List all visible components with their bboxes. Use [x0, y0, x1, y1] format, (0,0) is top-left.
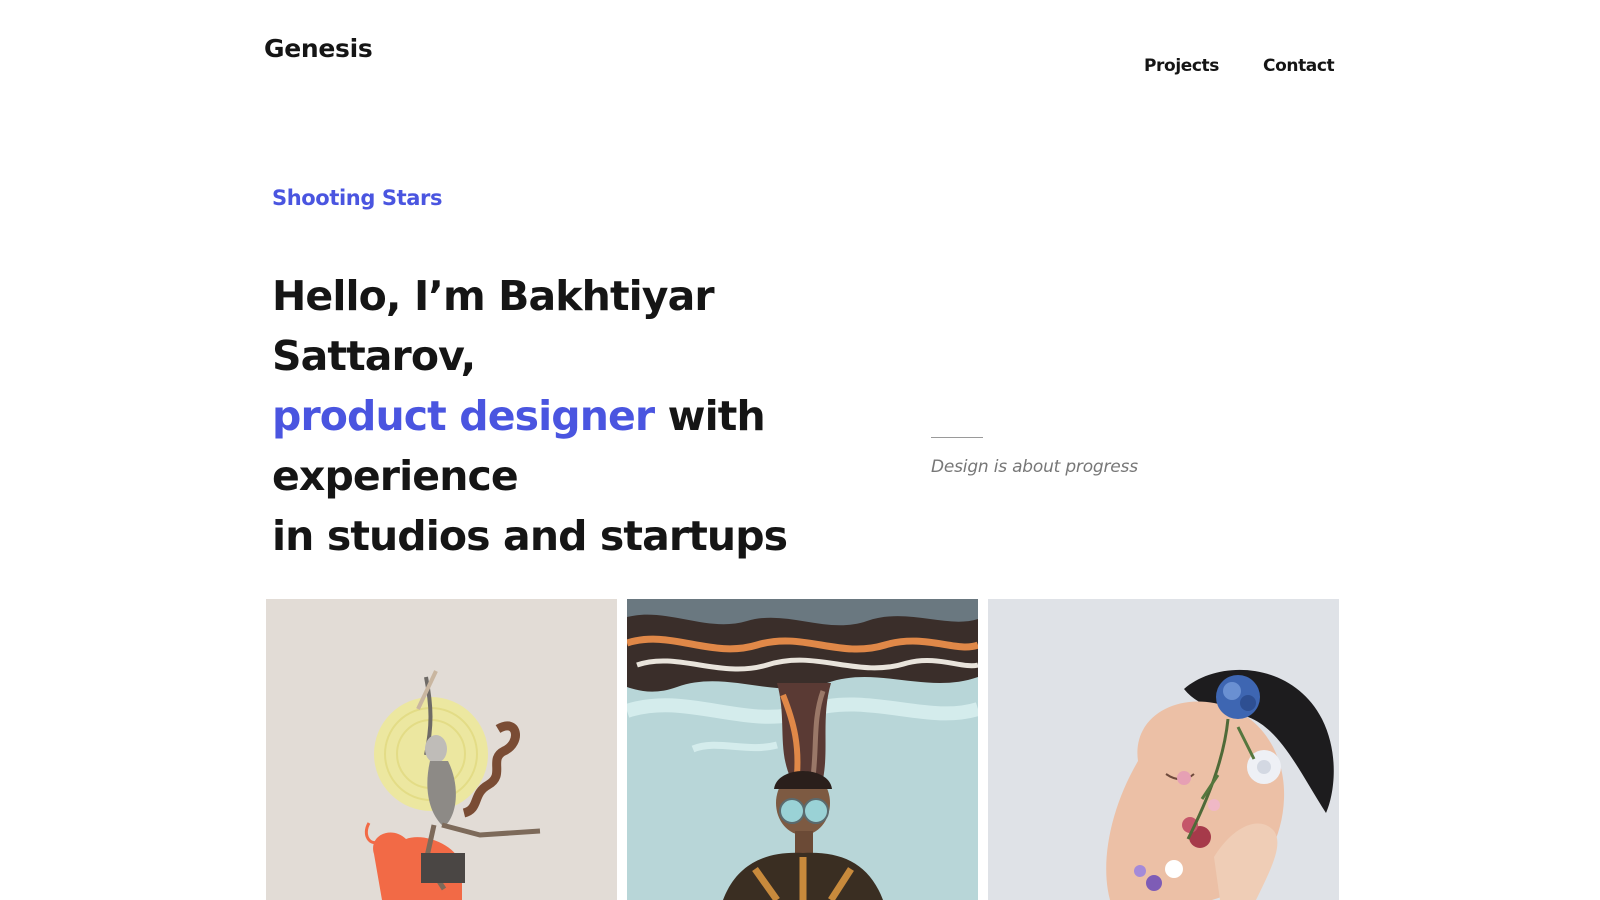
- quote-divider: [931, 437, 983, 438]
- dancer-collage-image: [266, 599, 617, 900]
- brand-logo[interactable]: Genesis: [264, 34, 373, 63]
- hero-heading: Hello, I’m Bakhtiyar Sattarov, product d…: [272, 266, 912, 566]
- man-flowers-face-image: [988, 599, 1339, 900]
- main-nav: Projects Contact: [1144, 56, 1335, 76]
- hero-line-1: Hello, I’m Bakhtiyar Sattarov,: [272, 272, 715, 380]
- project-tile-1[interactable]: [266, 599, 617, 900]
- man-smoke-waves-image: [627, 599, 978, 900]
- hero-line-3: in studios and startups: [272, 512, 788, 560]
- nav-projects[interactable]: Projects: [1144, 56, 1219, 76]
- hero-accent: product designer: [272, 392, 655, 440]
- hero-eyebrow: Shooting Stars: [272, 186, 443, 210]
- project-gallery: [266, 599, 1339, 900]
- project-tile-3[interactable]: [988, 599, 1339, 900]
- nav-contact[interactable]: Contact: [1263, 56, 1335, 76]
- hero-quote: Design is about progress: [931, 457, 1138, 477]
- project-tile-2[interactable]: [627, 599, 978, 900]
